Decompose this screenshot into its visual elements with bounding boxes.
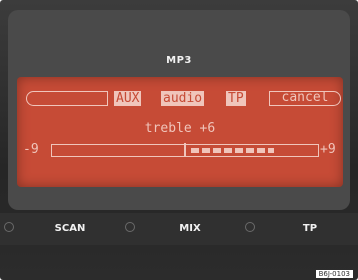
treble-setting-label: treble +6 <box>144 121 216 136</box>
scan-button[interactable]: SCAN <box>20 213 120 245</box>
softkey-divider-knob <box>4 222 14 232</box>
scale-min-label: -9 <box>23 142 39 157</box>
source-mode-label: MP3 <box>166 55 192 66</box>
slider-fill <box>191 148 275 153</box>
menu-row: AUX audio TP cancel <box>26 91 341 109</box>
treble-slider[interactable] <box>51 143 319 157</box>
scale-max-label: +9 <box>320 142 336 157</box>
softkey-divider-knob <box>245 222 255 232</box>
figure-code: B6J-0103 <box>315 270 353 278</box>
cancel-button[interactable]: cancel <box>269 91 341 106</box>
lcd-display: AUX audio TP cancel treble +6 -9 +9 <box>17 77 343 187</box>
softkey-row: SCAN MIX TP <box>0 213 358 245</box>
menu-item-audio[interactable]: audio <box>161 91 205 106</box>
menu-item-aux[interactable]: AUX <box>114 91 142 106</box>
empty-menu-slot[interactable] <box>26 91 108 106</box>
menu-item-tp[interactable]: TP <box>226 91 246 106</box>
mix-button[interactable]: MIX <box>140 213 240 245</box>
slider-center-mark <box>184 143 186 156</box>
tp-button[interactable]: TP <box>260 213 358 245</box>
softkey-divider-knob <box>125 222 135 232</box>
